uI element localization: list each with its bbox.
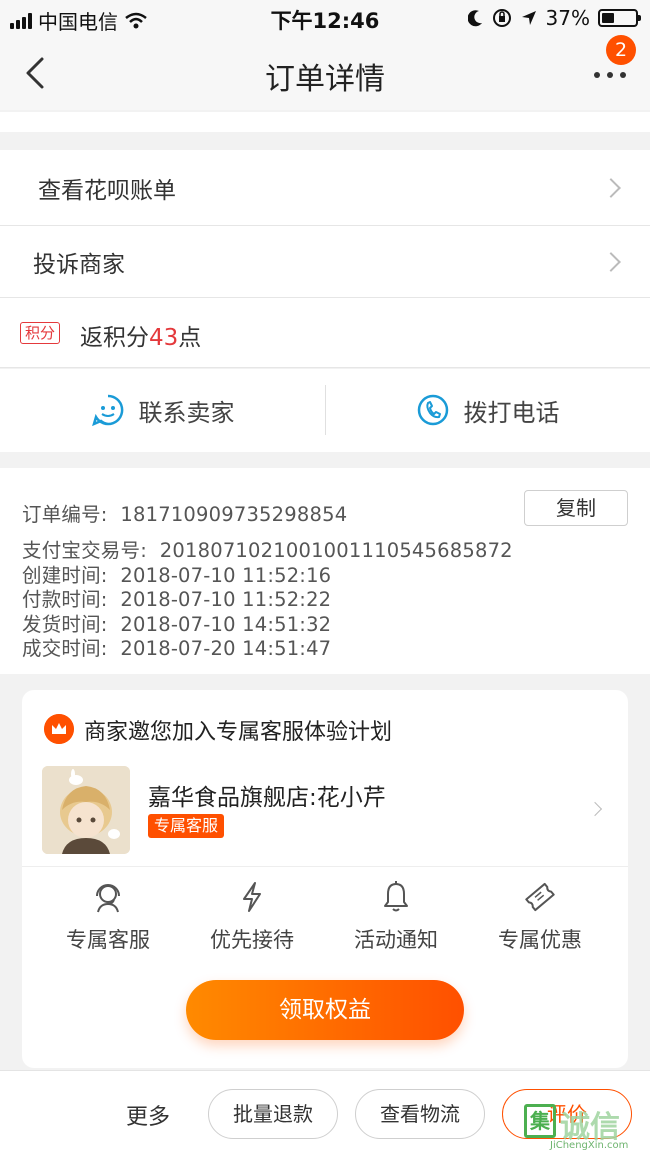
closed-value: 2018-07-20 14:51:47 <box>120 637 332 660</box>
points-tag: 积分 <box>20 322 61 344</box>
top-strip <box>0 112 650 132</box>
bottom-action-bar: 更多 批量退款 查看物流 评价 <box>0 1070 650 1156</box>
chat-icon <box>91 394 123 427</box>
rotation-lock-icon <box>492 9 511 27</box>
page-title: 订单详情 <box>265 62 385 97</box>
chevron-right-icon <box>601 251 621 272</box>
benefit-notification[interactable]: 活动通知 <box>336 880 456 954</box>
contact-actions: 联系卖家 拨打电话 <box>0 369 650 452</box>
shop-name: 嘉华食品旗舰店:花小芹 <box>148 785 386 811</box>
order-number: 订单编号: 181710909735298854 <box>22 498 347 527</box>
contact-seller-label: 联系卖家 <box>138 398 235 427</box>
avatar-illustration <box>42 766 130 854</box>
status-bar: 中国电信 下午12:46 37% <box>0 0 650 36</box>
complain-seller-label: 投诉商家 <box>33 251 125 278</box>
benefit-label: 专属优惠 <box>498 928 582 952</box>
review-button[interactable]: 评价 <box>502 1089 632 1139</box>
points-suffix: 点 <box>178 325 202 351</box>
benefit-label: 专属客服 <box>66 928 150 952</box>
benefit-priority[interactable]: 优先接待 <box>192 880 312 954</box>
more-link[interactable]: 更多 <box>126 1099 170 1131</box>
points-value: 43 <box>149 325 179 351</box>
order-number-label: 订单编号: <box>22 503 108 526</box>
view-logistics-button[interactable]: 查看物流 <box>355 1089 485 1139</box>
closed-time: 成交时间: 2018-07-20 14:51:47 <box>22 632 331 661</box>
points-prefix: 返积分 <box>80 325 149 351</box>
shop-avatar[interactable] <box>42 766 130 854</box>
copy-button[interactable]: 复制 <box>524 490 628 526</box>
call-button[interactable]: 拨打电话 <box>325 369 650 451</box>
location-icon <box>521 11 536 25</box>
lightning-icon <box>243 882 261 912</box>
order-info: 订单编号: 181710909735298854 复制 支付宝交易号: 2018… <box>0 468 650 674</box>
chevron-right-icon[interactable] <box>587 801 603 817</box>
bell-icon <box>384 881 408 912</box>
huabei-bill-row[interactable]: 查看花呗账单 <box>0 150 650 226</box>
exclusive-service-card: 商家邀您加入专属客服体验计划 嘉华食品旗舰店:花小芹 专属客服 专属客服 优先接… <box>22 690 628 1068</box>
order-number-value: 181710909735298854 <box>120 503 348 526</box>
closed-label: 成交时间: <box>22 637 108 660</box>
status-right: 37% <box>467 6 641 30</box>
call-label: 拨打电话 <box>463 398 560 427</box>
crown-icon <box>44 714 74 744</box>
chevron-right-icon <box>601 177 621 198</box>
exclusive-service-tag: 专属客服 <box>148 814 225 838</box>
points-row: 积分 返积分43点 <box>0 298 650 368</box>
phone-icon <box>417 394 448 426</box>
benefit-discount[interactable]: 专属优惠 <box>480 880 600 954</box>
batch-refund-button[interactable]: 批量退款 <box>208 1089 338 1139</box>
battery-icon <box>598 9 641 27</box>
nav-bar: 订单详情 <box>0 36 650 110</box>
moon-icon <box>467 10 482 27</box>
benefit-exclusive-service[interactable]: 专属客服 <box>48 880 168 954</box>
card-title: 商家邀您加入专属客服体验计划 <box>84 720 393 745</box>
headset-icon <box>96 884 120 913</box>
message-badge: 2 <box>606 35 636 65</box>
complain-seller-row[interactable]: 投诉商家 <box>0 226 650 298</box>
huabei-bill-label: 查看花呗账单 <box>38 177 176 204</box>
claim-benefits-button[interactable]: 领取权益 <box>186 980 464 1040</box>
battery-percent: 37% <box>545 6 590 30</box>
benefit-label: 优先接待 <box>210 928 294 952</box>
ticket-icon <box>525 882 555 912</box>
contact-seller-button[interactable]: 联系卖家 <box>0 369 325 451</box>
benefit-label: 活动通知 <box>354 928 438 952</box>
points-text: 返积分43点 <box>80 318 201 352</box>
card-divider <box>22 866 628 867</box>
